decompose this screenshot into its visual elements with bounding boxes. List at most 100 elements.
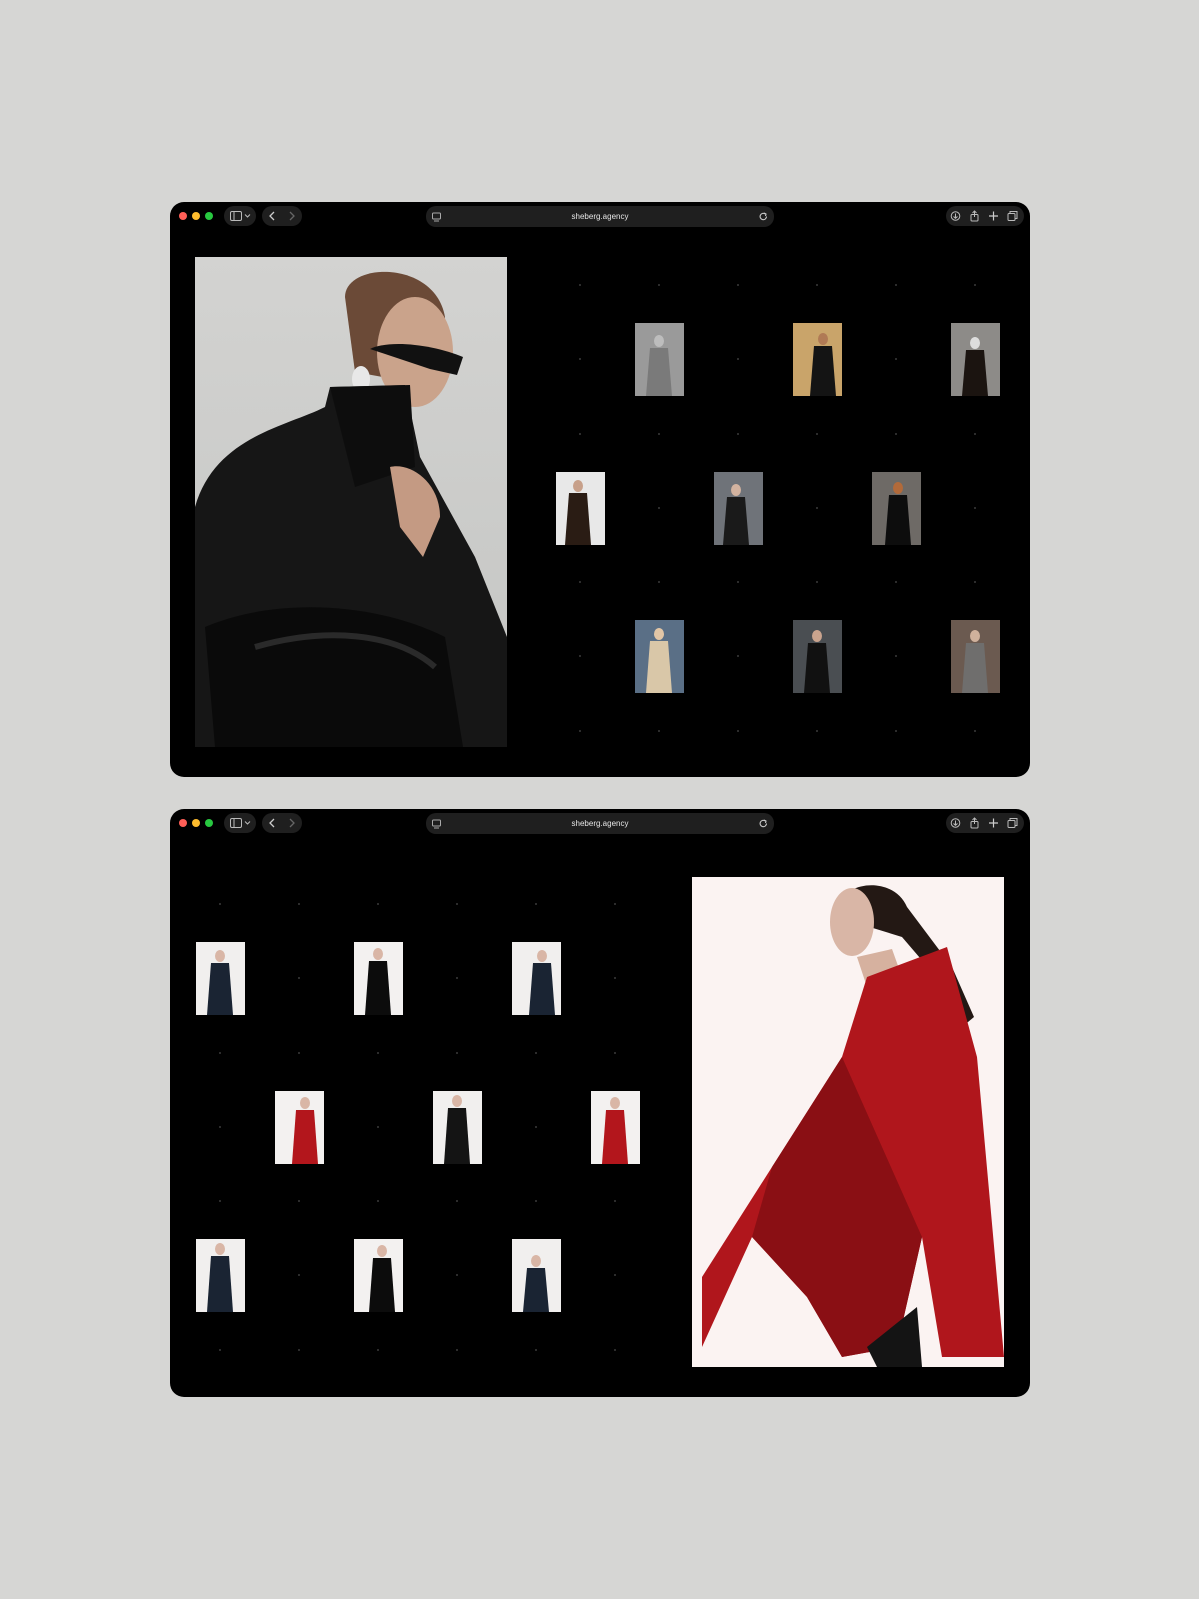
grid-dot	[377, 1200, 379, 1203]
gallery-thumbnail[interactable]	[275, 1090, 324, 1164]
gallery-thumbnail[interactable]	[951, 323, 1000, 397]
address-bar[interactable]: sheberg.agency	[426, 813, 774, 834]
hero-photo[interactable]	[195, 257, 507, 747]
browser-window-2: sheberg.agency	[170, 809, 1030, 1397]
gallery-thumbnail[interactable]	[512, 942, 561, 1016]
grid-dot	[377, 1348, 379, 1351]
gallery-thumbnail[interactable]	[354, 1239, 403, 1313]
hero-photo-figure	[702, 885, 1004, 1367]
tabs-overview-icon[interactable]	[1007, 813, 1018, 833]
grid-dot	[456, 977, 458, 980]
grid-dot	[974, 729, 976, 732]
grid-dot	[377, 1125, 379, 1128]
grid-dot	[579, 729, 581, 732]
sidebar-toggle-button[interactable]	[224, 813, 256, 833]
grid-dot	[298, 977, 300, 980]
gallery-thumbnail[interactable]	[793, 620, 842, 694]
grid-dot	[535, 1200, 537, 1203]
grid-dot	[535, 1125, 537, 1128]
grid-dot	[895, 432, 897, 435]
grid-dot	[816, 581, 818, 584]
zoom-window-button[interactable]	[205, 212, 213, 220]
grid-dot	[298, 1348, 300, 1351]
grid-dot	[895, 284, 897, 286]
grid-dot	[535, 1051, 537, 1054]
share-icon[interactable]	[969, 813, 980, 833]
grid-dot	[737, 655, 739, 658]
page-content	[170, 232, 1030, 777]
grid-dot	[737, 581, 739, 584]
grid-dot	[614, 977, 616, 980]
reload-icon[interactable]	[759, 206, 768, 227]
plus-icon[interactable]	[988, 813, 999, 833]
grid-dot	[456, 1348, 458, 1351]
grid-dot	[895, 655, 897, 658]
forward-button[interactable]	[288, 813, 296, 833]
sidebar-toggle-button[interactable]	[224, 206, 256, 226]
minimize-window-button[interactable]	[192, 819, 200, 827]
grid-dot	[456, 1200, 458, 1203]
gallery-thumbnail[interactable]	[512, 1239, 561, 1313]
grid-dot	[658, 506, 660, 509]
grid-dot	[298, 903, 300, 905]
download-icon[interactable]	[950, 206, 961, 226]
grid-dot	[377, 1051, 379, 1054]
share-icon[interactable]	[969, 206, 980, 226]
gallery-thumbnail[interactable]	[591, 1090, 640, 1164]
grid-dot	[974, 432, 976, 435]
grid-dot	[737, 358, 739, 361]
grid-dot	[579, 432, 581, 435]
tabs-overview-icon[interactable]	[1007, 206, 1018, 226]
gallery-thumbnail[interactable]	[872, 471, 921, 545]
plus-icon[interactable]	[988, 206, 999, 226]
close-window-button[interactable]	[179, 212, 187, 220]
grid-dot	[816, 506, 818, 509]
gallery-thumbnail[interactable]	[354, 942, 403, 1016]
reload-icon[interactable]	[759, 813, 768, 834]
browser-toolbar: sheberg.agency	[170, 809, 1030, 839]
gallery-thumbnail[interactable]	[196, 942, 245, 1016]
forward-button[interactable]	[288, 206, 296, 226]
grid-dot	[895, 358, 897, 361]
gallery-thumbnail[interactable]	[793, 323, 842, 397]
url-text: sheberg.agency	[571, 212, 629, 221]
gallery-thumbnail[interactable]	[556, 471, 605, 545]
back-button[interactable]	[268, 206, 276, 226]
grid-dot	[219, 1051, 221, 1054]
gallery-thumbnail[interactable]	[635, 620, 684, 694]
address-bar[interactable]: sheberg.agency	[426, 206, 774, 227]
grid-dot	[614, 1200, 616, 1203]
hero-photo-figure	[195, 271, 507, 747]
gallery-thumbnail[interactable]	[635, 323, 684, 397]
grid-dot	[658, 581, 660, 584]
grid-dot	[456, 903, 458, 905]
grid-dot	[658, 284, 660, 286]
grid-dot	[658, 729, 660, 732]
grid-dot	[535, 1348, 537, 1351]
grid-dot	[219, 1125, 221, 1128]
hero-photo[interactable]	[692, 877, 1004, 1367]
download-icon[interactable]	[950, 813, 961, 833]
grid-dot	[579, 581, 581, 584]
sidebar-icon	[230, 813, 242, 833]
grid-dot	[298, 1051, 300, 1054]
gallery-thumbnail[interactable]	[714, 471, 763, 545]
close-window-button[interactable]	[179, 819, 187, 827]
back-button[interactable]	[268, 813, 276, 833]
grid-dot	[737, 729, 739, 732]
minimize-window-button[interactable]	[192, 212, 200, 220]
zoom-window-button[interactable]	[205, 819, 213, 827]
grid-dot	[456, 1274, 458, 1277]
navigation-buttons	[262, 813, 302, 833]
toolbar-actions	[946, 206, 1024, 226]
toolbar-actions	[946, 813, 1024, 833]
grid-dot	[579, 284, 581, 286]
browser-toolbar: sheberg.agency	[170, 202, 1030, 232]
gallery-thumbnail[interactable]	[433, 1090, 482, 1164]
gallery-thumbnail[interactable]	[196, 1239, 245, 1313]
gallery-thumbnail[interactable]	[951, 620, 1000, 694]
grid-dot	[579, 655, 581, 658]
grid-dot	[535, 903, 537, 905]
chevron-down-icon	[244, 206, 251, 226]
grid-dot	[614, 1348, 616, 1351]
